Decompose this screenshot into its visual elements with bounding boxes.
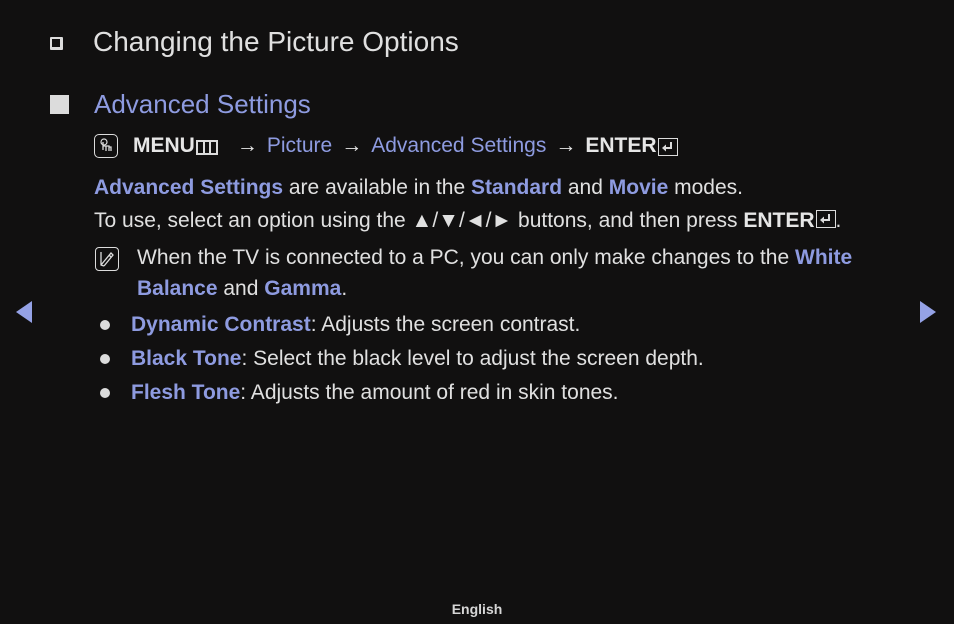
note-line-1: When the TV is connected to a PC, you ca… [137, 243, 852, 273]
triangle-left-icon [16, 301, 32, 323]
link-gamma[interactable]: Gamma [264, 277, 341, 300]
link-black-tone[interactable]: Black Tone [131, 347, 241, 370]
text: are available in the [283, 176, 472, 199]
text: When the TV is connected to a PC, you ca… [137, 246, 795, 269]
enter-label: ENTER [585, 134, 657, 157]
text: . [341, 277, 348, 300]
text: . [835, 209, 842, 232]
link-white-balance[interactable]: Balance [137, 277, 218, 300]
enter-return-icon [657, 138, 678, 156]
path-arrow: → [236, 134, 258, 157]
o-remote-hand-icon[interactable] [94, 134, 118, 158]
text: To use, select an option using the ▲/▼/◄… [94, 209, 744, 232]
enter-label: ENTER [743, 209, 815, 232]
text: : Select the black level to adjust the s… [241, 347, 704, 370]
path-step-picture[interactable]: Picture [267, 134, 332, 158]
text: and [562, 176, 609, 199]
usage-paragraph: To use, select an option using the ▲/▼/◄… [94, 206, 841, 236]
link-dynamic-contrast[interactable]: Dynamic Contrast [131, 313, 311, 336]
bullet-icon [100, 320, 110, 330]
link-standard[interactable]: Standard [471, 176, 562, 199]
text: : Adjusts the amount of red in skin tone… [240, 381, 619, 404]
menu-grid-icon [195, 139, 218, 155]
page-title-row: Changing the Picture Options [50, 24, 459, 60]
checkbox-outline-icon [50, 36, 63, 50]
note-line-2: Balance and Gamma. [137, 274, 347, 304]
bullet-icon [100, 354, 110, 364]
text: : Adjusts the screen contrast. [310, 313, 581, 336]
text: modes. [668, 176, 743, 199]
link-movie[interactable]: Movie [609, 176, 669, 199]
link-advanced-settings[interactable]: Advanced Settings [94, 176, 283, 199]
note-pen-icon [95, 247, 119, 271]
link-white-balance[interactable]: White [795, 246, 852, 269]
text: and [217, 277, 265, 300]
menu-path: MENU → Picture → Advanced Settings → ENT… [94, 131, 678, 161]
filled-square-icon [50, 95, 69, 114]
link-flesh-tone[interactable]: Flesh Tone [131, 381, 240, 404]
next-page-button[interactable] [918, 300, 938, 324]
enter-return-icon [815, 210, 836, 228]
triangle-right-icon [920, 301, 936, 323]
path-step-advanced-settings[interactable]: Advanced Settings [371, 134, 546, 158]
path-arrow: → [555, 134, 577, 157]
availability-paragraph: Advanced Settings are available in the S… [94, 173, 743, 203]
bullet-icon [100, 388, 110, 398]
e-manual-page: Changing the Picture Options Advanced Se… [0, 0, 954, 624]
language-label: English [451, 601, 503, 617]
menu-label: MENU [133, 134, 195, 157]
section-heading: Advanced Settings [94, 89, 311, 119]
path-arrow: → [341, 134, 363, 157]
previous-page-button[interactable] [14, 300, 34, 324]
page-title: Changing the Picture Options [93, 26, 459, 57]
